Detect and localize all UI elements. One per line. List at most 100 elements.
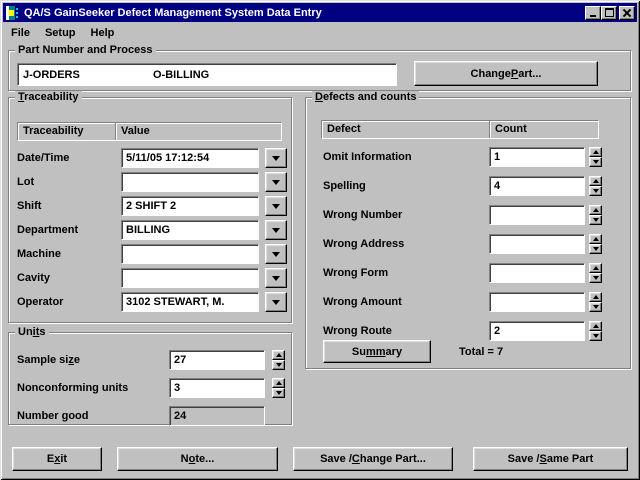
defect-row-label: Wrong Form xyxy=(323,267,389,279)
window-controls xyxy=(585,5,635,20)
traceability-value-field[interactable]: 3102 STEWART, M. xyxy=(121,292,259,312)
note-button[interactable]: No te... xyxy=(117,447,278,471)
traceability-row: Shift 2 SHIFT 2 xyxy=(17,196,291,216)
defect-count-field[interactable]: 4 xyxy=(489,176,585,196)
combo-dropdown-button[interactable] xyxy=(265,220,287,240)
spinner-down-button[interactable] xyxy=(589,244,602,254)
combo-dropdown-button[interactable] xyxy=(265,268,287,288)
arrow-down-icon xyxy=(275,391,282,395)
spinner-up-button[interactable] xyxy=(272,378,285,388)
spinner-down-button[interactable] xyxy=(589,331,602,341)
traceability-column-header: Traceability xyxy=(18,123,116,140)
defect-row-label: Wrong Amount xyxy=(323,296,402,308)
spinner-down-button[interactable] xyxy=(272,360,285,370)
spinner-up-button[interactable] xyxy=(589,205,602,215)
traceability-value-field[interactable] xyxy=(121,268,259,288)
defect-row-label: Wrong Number xyxy=(323,209,403,221)
traceability-value-field[interactable]: 2 SHIFT 2 xyxy=(121,196,259,216)
traceability-row: Machine xyxy=(17,244,291,264)
close-button[interactable] xyxy=(619,5,635,20)
units-row-label: Nonconforming units xyxy=(17,382,129,394)
spinner-up-button[interactable] xyxy=(589,176,602,186)
combo-dropdown-button[interactable] xyxy=(265,244,287,264)
defect-row: Wrong Route 2 xyxy=(323,321,630,341)
arrow-down-icon xyxy=(592,334,599,338)
spinner-up-button[interactable] xyxy=(589,147,602,157)
combo-dropdown-button[interactable] xyxy=(265,292,287,312)
traceability-value-field[interactable]: 5/11/05 17:12:54 xyxy=(121,148,259,168)
spinner-down-button[interactable] xyxy=(589,186,602,196)
spinner xyxy=(589,292,602,312)
chevron-down-icon xyxy=(272,180,280,185)
spinner-up-button[interactable] xyxy=(589,292,602,302)
units-group-label: Units xyxy=(15,326,49,338)
defect-count-field[interactable] xyxy=(489,292,585,312)
spinner-up-button[interactable] xyxy=(272,350,285,360)
spinner-down-button[interactable] xyxy=(589,273,602,283)
menu-bar: File Setup Help xyxy=(5,24,123,42)
traceability-row: Lot xyxy=(17,172,291,192)
defect-row: Wrong Amount xyxy=(323,292,630,312)
minimize-button[interactable] xyxy=(585,5,601,20)
units-row: Sample size 27 xyxy=(17,350,291,370)
combo-dropdown-button[interactable] xyxy=(265,196,287,216)
traceability-row-label: Department xyxy=(17,224,79,236)
traceability-header: Traceability Value xyxy=(17,122,282,141)
spinner-down-button[interactable] xyxy=(272,388,285,398)
arrow-down-icon xyxy=(275,363,282,367)
combo-dropdown-button[interactable] xyxy=(265,148,287,168)
part-process-field: J-ORDERS O-BILLING xyxy=(17,63,397,86)
traceability-value-field[interactable] xyxy=(121,172,259,192)
spinner-down-button[interactable] xyxy=(589,302,602,312)
defect-row-label: Omit Information xyxy=(323,151,412,163)
defect-count-field[interactable] xyxy=(489,234,585,254)
traceability-value-field[interactable]: BILLING xyxy=(121,220,259,240)
spinner-up-button[interactable] xyxy=(589,321,602,331)
change-part-button[interactable]: Change Part... xyxy=(414,61,598,86)
part-number-value: J-ORDERS xyxy=(23,68,80,81)
traceability-row-label: Shift xyxy=(17,200,42,212)
spinner-up-button[interactable] xyxy=(589,234,602,244)
combo-dropdown-button[interactable] xyxy=(265,172,287,192)
spinner-down-button[interactable] xyxy=(589,215,602,225)
units-value-field[interactable]: 27 xyxy=(169,350,265,370)
chevron-down-icon xyxy=(272,252,280,257)
spinner-up-button[interactable] xyxy=(589,263,602,273)
traceability-value-field[interactable] xyxy=(121,244,259,264)
arrow-up-icon xyxy=(592,150,599,154)
units-value-field[interactable]: 3 xyxy=(169,378,265,398)
defect-count-field[interactable]: 1 xyxy=(489,147,585,167)
arrow-down-icon xyxy=(592,305,599,309)
traceability-row: Cavity xyxy=(17,268,291,288)
summary-button[interactable]: Su mm ary xyxy=(323,340,431,363)
arrow-up-icon xyxy=(592,295,599,299)
menu-item[interactable]: Help xyxy=(85,25,124,41)
defect-column-header: Defect xyxy=(322,121,490,138)
spinner xyxy=(272,350,285,370)
maximize-button[interactable] xyxy=(601,5,617,20)
defect-count-field[interactable] xyxy=(489,263,585,283)
spinner-down-button[interactable] xyxy=(589,157,602,167)
spinner xyxy=(589,205,602,225)
menu-item[interactable]: File xyxy=(5,25,39,41)
arrow-down-icon xyxy=(592,160,599,164)
process-value: O-BILLING xyxy=(153,68,210,81)
arrow-up-icon xyxy=(592,237,599,241)
save-change-part-button[interactable]: Save / Change Part... xyxy=(293,447,453,471)
defect-count-field[interactable] xyxy=(489,205,585,225)
units-group: Units Sample size 27 Nonconforming units… xyxy=(8,326,292,426)
units-value-field[interactable]: 24 xyxy=(169,406,265,426)
exit-button[interactable]: Ex it xyxy=(12,447,102,471)
defect-count-field[interactable]: 2 xyxy=(489,321,585,341)
units-row-label: Sample size xyxy=(17,354,80,366)
arrow-up-icon xyxy=(592,324,599,328)
menu-item[interactable]: Setup xyxy=(39,25,85,41)
total-label: Total = 7 xyxy=(459,345,504,358)
units-row: Nonconforming units 3 xyxy=(17,378,291,398)
save-same-part-button[interactable]: Save / Same Part xyxy=(473,447,628,471)
units-rows: Sample size 27 Nonconforming units 3 Num… xyxy=(9,350,291,426)
traceability-group-label: Traceability xyxy=(15,91,82,103)
traceability-row: Operator 3102 STEWART, M. xyxy=(17,292,291,312)
summary-row: Su mm ary Total = 7 xyxy=(323,340,630,363)
defect-rows: Omit Information 1 Spelling 4 Wrong Numb… xyxy=(306,147,630,341)
